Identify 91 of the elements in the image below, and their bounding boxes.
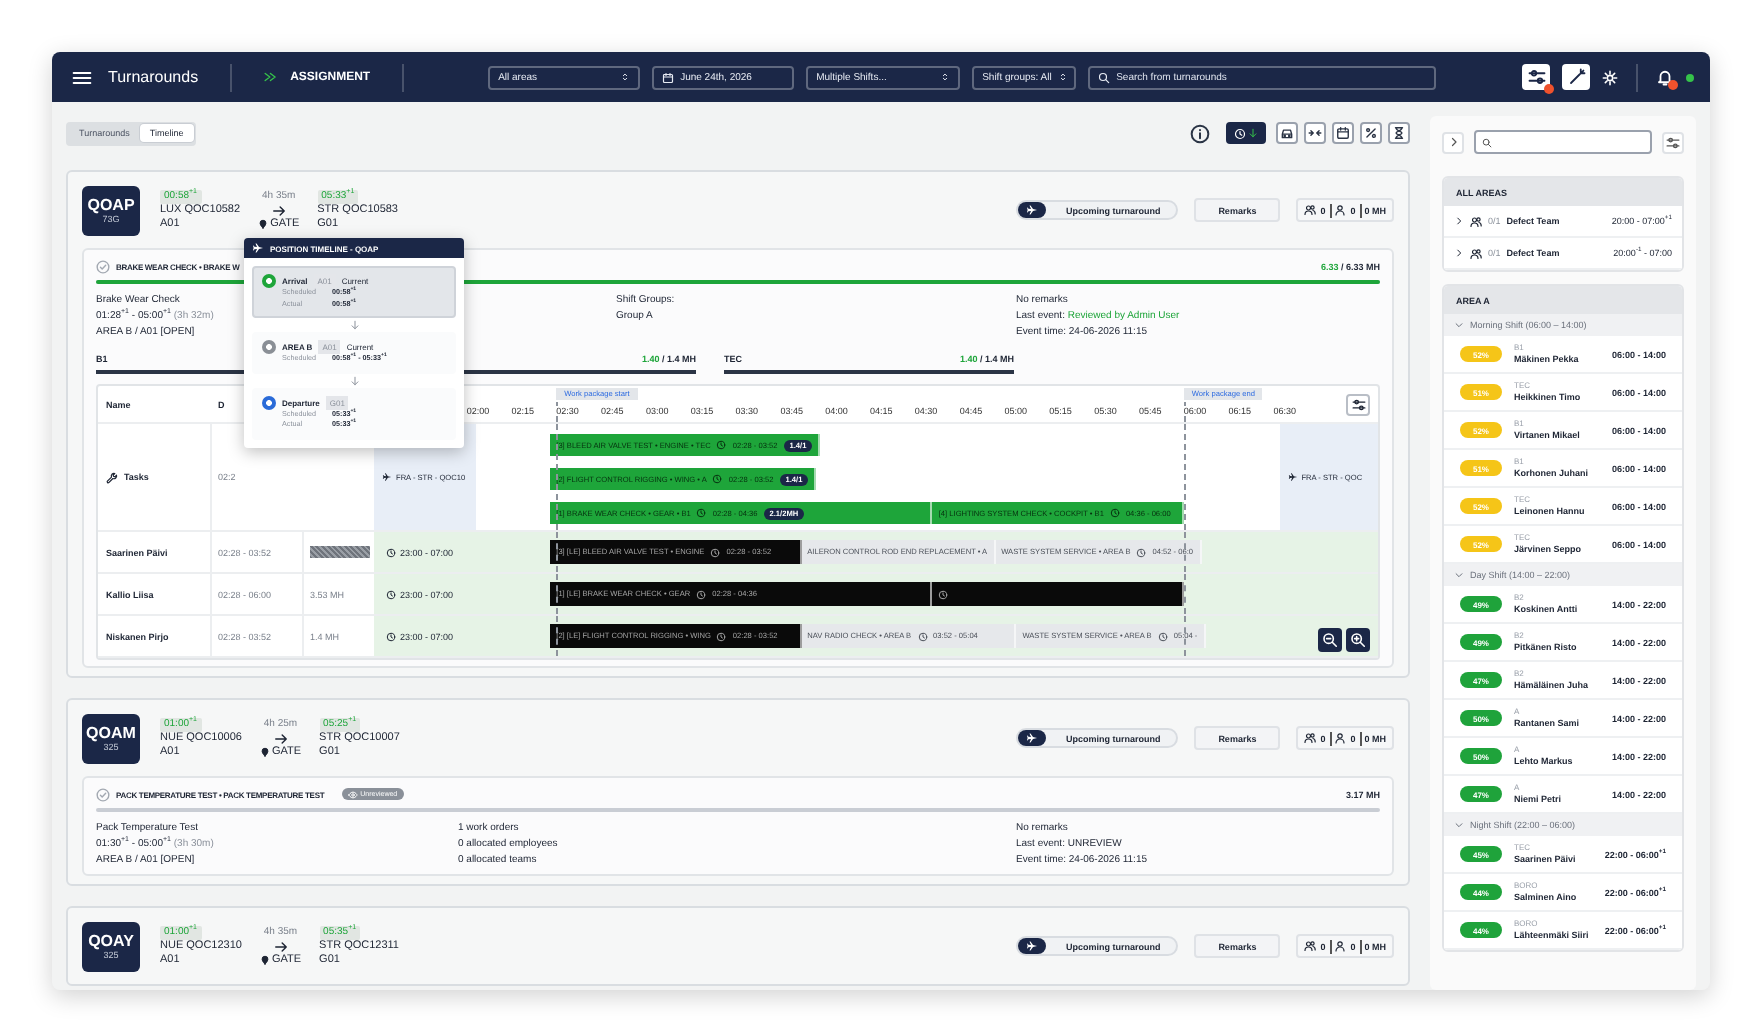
registration: QOAY — [88, 932, 134, 950]
eye-icon — [348, 789, 359, 799]
clock-icon — [1136, 547, 1147, 557]
plane-icon — [382, 472, 392, 482]
people-icon — [1470, 247, 1482, 259]
menu-icon[interactable] — [72, 67, 92, 87]
clock-icon — [386, 547, 396, 557]
chevron-right-icon — [1454, 248, 1464, 258]
people-icon — [1304, 732, 1317, 744]
sliders-icon — [1666, 135, 1680, 149]
clock-icon — [696, 589, 707, 599]
zoom-out-button[interactable] — [1318, 628, 1342, 652]
step-marker-icon — [262, 395, 276, 409]
hatched-bar — [310, 546, 370, 558]
pin-icon — [258, 218, 269, 230]
double-chevron-icon — [264, 70, 279, 84]
clock-icon — [386, 589, 396, 599]
bell-icon[interactable] — [1656, 68, 1674, 86]
arrow-down-icon — [1248, 128, 1258, 138]
wand-icon — [1567, 68, 1585, 86]
hourglass-icon — [1392, 126, 1406, 140]
chevron-right-icon — [1454, 216, 1464, 226]
plane-toggle-icon — [1017, 730, 1046, 746]
search-field[interactable] — [1474, 130, 1652, 154]
filter-button[interactable] — [1346, 394, 1370, 416]
clock-icon — [716, 631, 727, 641]
calendar-button[interactable] — [1332, 122, 1354, 144]
registration: QOAP — [87, 196, 135, 214]
arrow-right-icon — [273, 939, 288, 953]
step-marker-icon — [262, 340, 276, 354]
vehicle-button[interactable] — [1276, 122, 1298, 144]
plane-toggle-icon — [1017, 202, 1046, 218]
clock-icon — [386, 631, 396, 641]
alert-dot-icon — [1668, 80, 1678, 90]
plane-icon — [252, 242, 264, 254]
person-icon — [1334, 940, 1347, 952]
filter-button[interactable] — [1522, 64, 1550, 90]
zoom-in-icon — [1350, 632, 1366, 648]
check-circle-icon — [96, 259, 110, 273]
zoom-out-icon — [1322, 632, 1338, 648]
sort-button[interactable] — [1226, 122, 1266, 144]
person-icon — [1334, 732, 1347, 744]
step-marker-icon — [262, 274, 276, 288]
collapse-arrows-icon — [1308, 126, 1322, 140]
search-icon — [1482, 137, 1492, 147]
chevron-updown-icon — [940, 72, 951, 82]
arrow-down-icon — [349, 375, 359, 385]
clock-icon — [712, 474, 723, 484]
clock-icon — [1109, 508, 1120, 518]
clock-icon — [716, 440, 727, 450]
check-circle-icon — [96, 787, 110, 801]
calendar-icon — [1336, 126, 1350, 140]
pin-icon — [259, 746, 270, 758]
clock-icon — [917, 631, 928, 641]
online-dot-icon — [1686, 73, 1694, 81]
clock-icon — [710, 547, 721, 557]
plane-toggle-icon — [1017, 938, 1046, 954]
sliders-icon — [1351, 398, 1365, 412]
settings-icon[interactable] — [1602, 69, 1618, 85]
search-icon — [1098, 71, 1111, 83]
people-icon — [1304, 940, 1317, 952]
chevron-right-icon — [1447, 136, 1459, 148]
hourglass-button[interactable] — [1388, 122, 1410, 144]
chevron-updown-icon — [1057, 72, 1068, 82]
chevron-updown-icon — [620, 72, 631, 82]
pin-icon — [259, 954, 270, 966]
clock-icon — [938, 589, 949, 599]
people-icon — [1304, 204, 1317, 216]
registration: QOAM — [86, 724, 136, 742]
calendar-icon — [662, 71, 675, 83]
people-icon — [1470, 215, 1482, 227]
zoom-in-button[interactable] — [1346, 628, 1370, 652]
arrow-right-icon — [271, 203, 286, 217]
clock-icon — [696, 508, 707, 518]
vehicle-icon — [1280, 126, 1294, 140]
clock-icon — [1234, 127, 1246, 139]
clock-icon — [1157, 631, 1168, 641]
percent-button[interactable] — [1360, 122, 1382, 144]
alert-dot-icon — [1544, 84, 1554, 94]
sliders-icon — [1527, 68, 1545, 86]
collapse-button[interactable] — [1304, 122, 1326, 144]
arrow-down-icon — [349, 320, 359, 330]
filter-button[interactable] — [1662, 131, 1684, 153]
wrench-icon — [106, 471, 118, 483]
info-icon[interactable] — [1190, 123, 1210, 143]
person-icon — [1334, 204, 1347, 216]
percent-icon — [1364, 126, 1378, 140]
magic-wand-button[interactable] — [1562, 64, 1590, 90]
app-title: Turnarounds — [108, 68, 199, 86]
plane-icon — [1287, 472, 1298, 482]
arrow-right-icon — [273, 731, 288, 745]
